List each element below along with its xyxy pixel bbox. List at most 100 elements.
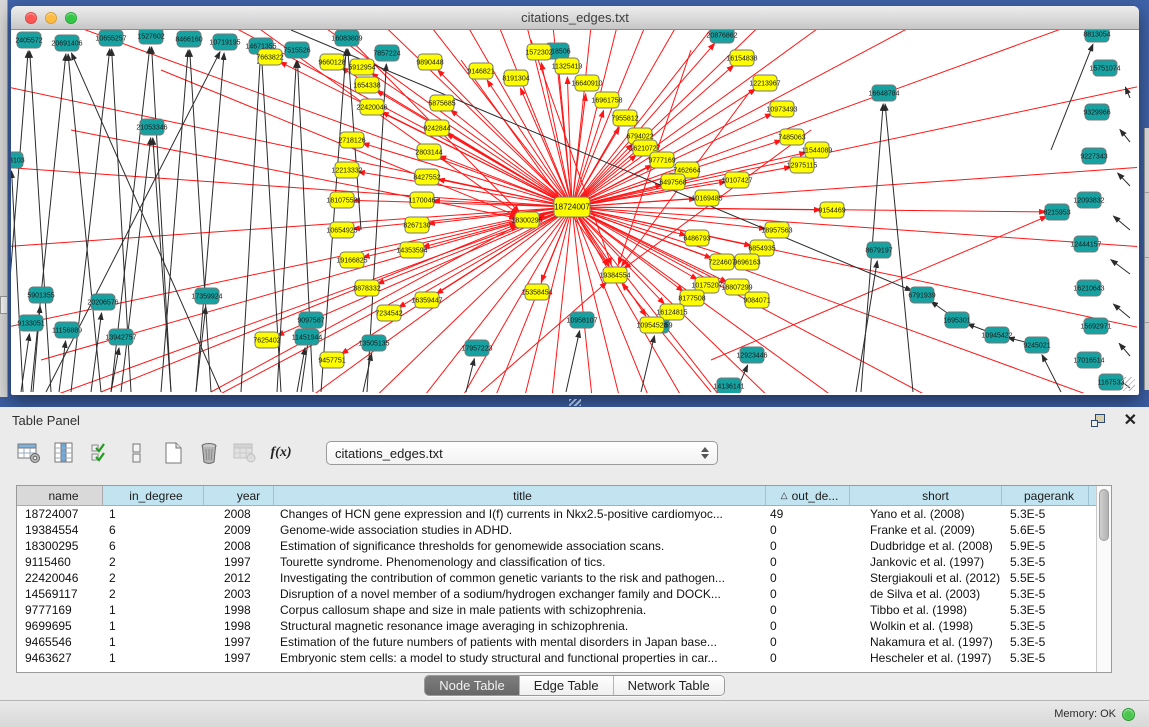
table-row[interactable]: 911546021997Tourette syndrome. Phenomeno… <box>17 554 1096 570</box>
graph-node[interactable]: 9777169 <box>648 152 675 168</box>
table-row[interactable]: 946554611997Estimation of the future num… <box>17 634 1096 650</box>
citation-network-graph[interactable]: 2405572206914061065525715276028466160107… <box>11 30 1137 393</box>
graph-node[interactable]: 8267130 <box>403 217 430 233</box>
table-row[interactable]: 1938455462009Genome-wide association stu… <box>17 522 1096 538</box>
table-row[interactable]: 946362711997Embryonic stem cells: a mode… <box>17 650 1096 666</box>
column-header-year[interactable]: year <box>204 486 274 505</box>
graph-node[interactable]: 20876862 <box>706 30 737 43</box>
graph-node[interactable]: 10654925 <box>326 222 357 238</box>
graph-node[interactable]: 15751074 <box>1089 60 1120 76</box>
graph-node[interactable]: 9227343 <box>1080 148 1107 164</box>
graph-node[interactable]: 10945422 <box>981 327 1012 343</box>
graph-node[interactable]: 12093832 <box>1073 192 1104 208</box>
new-table-icon[interactable] <box>160 441 186 465</box>
graph-node[interactable]: 6497568 <box>659 174 686 190</box>
graph-node[interactable]: 7224607 <box>708 254 735 270</box>
graph-node[interactable]: 12975115 <box>787 157 818 173</box>
graph-node[interactable]: 9329966 <box>1083 104 1110 120</box>
tab-node-table[interactable]: Node Table <box>425 676 520 695</box>
graph-node[interactable]: 8215953 <box>1043 204 1070 220</box>
show-column-icon[interactable] <box>52 441 78 465</box>
graph-node[interactable]: 7857224 <box>373 45 400 61</box>
graph-node[interactable]: 16961758 <box>591 92 622 108</box>
table-row[interactable]: 969969511998Structural magnetic resonanc… <box>17 618 1096 634</box>
graph-node[interactable]: 16210643 <box>1073 280 1104 296</box>
graph-node[interactable]: 1527602 <box>137 30 164 44</box>
float-panel-icon[interactable] <box>1090 413 1108 429</box>
graph-node[interactable]: 5901355 <box>27 287 54 303</box>
graph-node[interactable]: 9154469 <box>818 202 845 218</box>
graph-node[interactable]: 12213332 <box>331 162 362 178</box>
graph-node[interactable]: 9133051 <box>17 315 44 331</box>
graph-node[interactable]: 9084071 <box>743 292 770 308</box>
table-row[interactable]: 1456911722003Disruption of a novel membe… <box>17 586 1096 602</box>
graph-node[interactable]: 16154838 <box>726 50 757 66</box>
graph-node[interactable]: 2653103 <box>11 152 25 168</box>
graph-node[interactable]: 8191304 <box>502 70 529 86</box>
graph-node[interactable]: 12213967 <box>749 75 780 91</box>
scrollbar-thumb[interactable] <box>1099 489 1109 541</box>
column-header-short[interactable]: short <box>850 486 1002 505</box>
graph-node[interactable]: 9457751 <box>318 352 345 368</box>
table-scrollbar[interactable] <box>1096 486 1111 672</box>
table-settings-icon[interactable] <box>16 441 42 465</box>
close-panel-icon[interactable]: ✕ <box>1124 413 1137 429</box>
graph-node[interactable]: 8878332 <box>353 280 380 296</box>
column-header-pagerank[interactable]: pagerank <box>1002 486 1089 505</box>
graph-node[interactable]: 7515526 <box>283 42 310 58</box>
graph-node[interactable]: 8466160 <box>175 31 202 47</box>
graph-node[interactable]: 16640910 <box>571 75 602 91</box>
graph-node[interactable]: 21053346 <box>136 119 167 135</box>
graph-node[interactable]: 10973493 <box>766 101 797 117</box>
column-header-title[interactable]: title <box>274 486 766 505</box>
graph-node[interactable]: 2803144 <box>415 144 442 160</box>
graph-node[interactable]: 7955812 <box>611 110 638 126</box>
graph-node[interactable]: 9696163 <box>733 254 760 270</box>
graph-node[interactable]: 14136141 <box>713 378 744 393</box>
graph-node[interactable]: 11451944 <box>292 329 323 345</box>
window-resize-grip[interactable] <box>1121 377 1135 391</box>
graph-node[interactable]: 8177508 <box>678 290 705 306</box>
graph-node[interactable]: 2405572 <box>15 32 42 48</box>
import-table-icon[interactable] <box>232 441 258 465</box>
table-row[interactable]: 2242004622012Investigating the contribut… <box>17 570 1096 586</box>
graph-node[interactable]: 5875685 <box>428 95 455 111</box>
column-header-name[interactable]: name <box>17 486 103 505</box>
graph-node[interactable]: 7485063 <box>778 129 805 145</box>
graph-node[interactable]: 10958107 <box>566 312 597 328</box>
graph-node[interactable]: 17016514 <box>1073 352 1104 368</box>
graph-node[interactable]: 11325419 <box>552 58 583 74</box>
panel-resize-grip[interactable] <box>569 399 581 406</box>
graph-node[interactable]: 8679197 <box>865 242 892 258</box>
tab-edge-table[interactable]: Edge Table <box>520 676 614 695</box>
graph-node[interactable]: 9242844 <box>423 120 450 136</box>
graph-node[interactable]: 6791939 <box>908 287 935 303</box>
graph-node[interactable]: 9660128 <box>318 54 345 70</box>
select-columns-icon[interactable] <box>88 441 114 465</box>
graph-node[interactable]: 10719195 <box>209 34 240 50</box>
column-header-out-degree[interactable]: △ out_de... <box>766 486 850 505</box>
graph-node[interactable]: 1170046 <box>409 192 436 208</box>
graph-node[interactable]: 1572302 <box>525 44 552 60</box>
graph-node[interactable]: 9245021 <box>1023 337 1050 353</box>
network-window-titlebar[interactable]: citations_edges.txt <box>11 6 1139 30</box>
graph-node[interactable]: 13505135 <box>358 335 389 351</box>
graph-node[interactable]: 12444157 <box>1070 236 1101 252</box>
graph-node[interactable]: 17359924 <box>191 288 222 304</box>
graph-node[interactable]: 14353594 <box>396 242 427 258</box>
graph-node[interactable]: 10107427 <box>721 172 752 188</box>
graph-node[interactable]: 7663822 <box>256 49 283 65</box>
table-selector-dropdown[interactable]: citations_edges.txt <box>326 441 718 465</box>
graph-node[interactable]: 19384554 <box>599 267 630 283</box>
graph-node[interactable]: 8427552 <box>413 169 440 185</box>
graph-node[interactable]: 5912954 <box>348 59 375 75</box>
graph-node[interactable]: 10954528 <box>636 317 667 333</box>
column-header-in-degree[interactable]: in_degree <box>103 486 204 505</box>
graph-node[interactable]: 1654338 <box>353 77 380 93</box>
graph-node[interactable]: 17957223 <box>461 340 492 356</box>
graph-node[interactable]: 15692971 <box>1080 318 1111 334</box>
table-row[interactable]: 1830029562008Estimation of significance … <box>17 538 1096 554</box>
graph-node[interactable]: 11156889 <box>52 322 82 338</box>
row-height-icon[interactable] <box>124 441 150 465</box>
graph-node[interactable]: 12923446 <box>736 347 767 363</box>
